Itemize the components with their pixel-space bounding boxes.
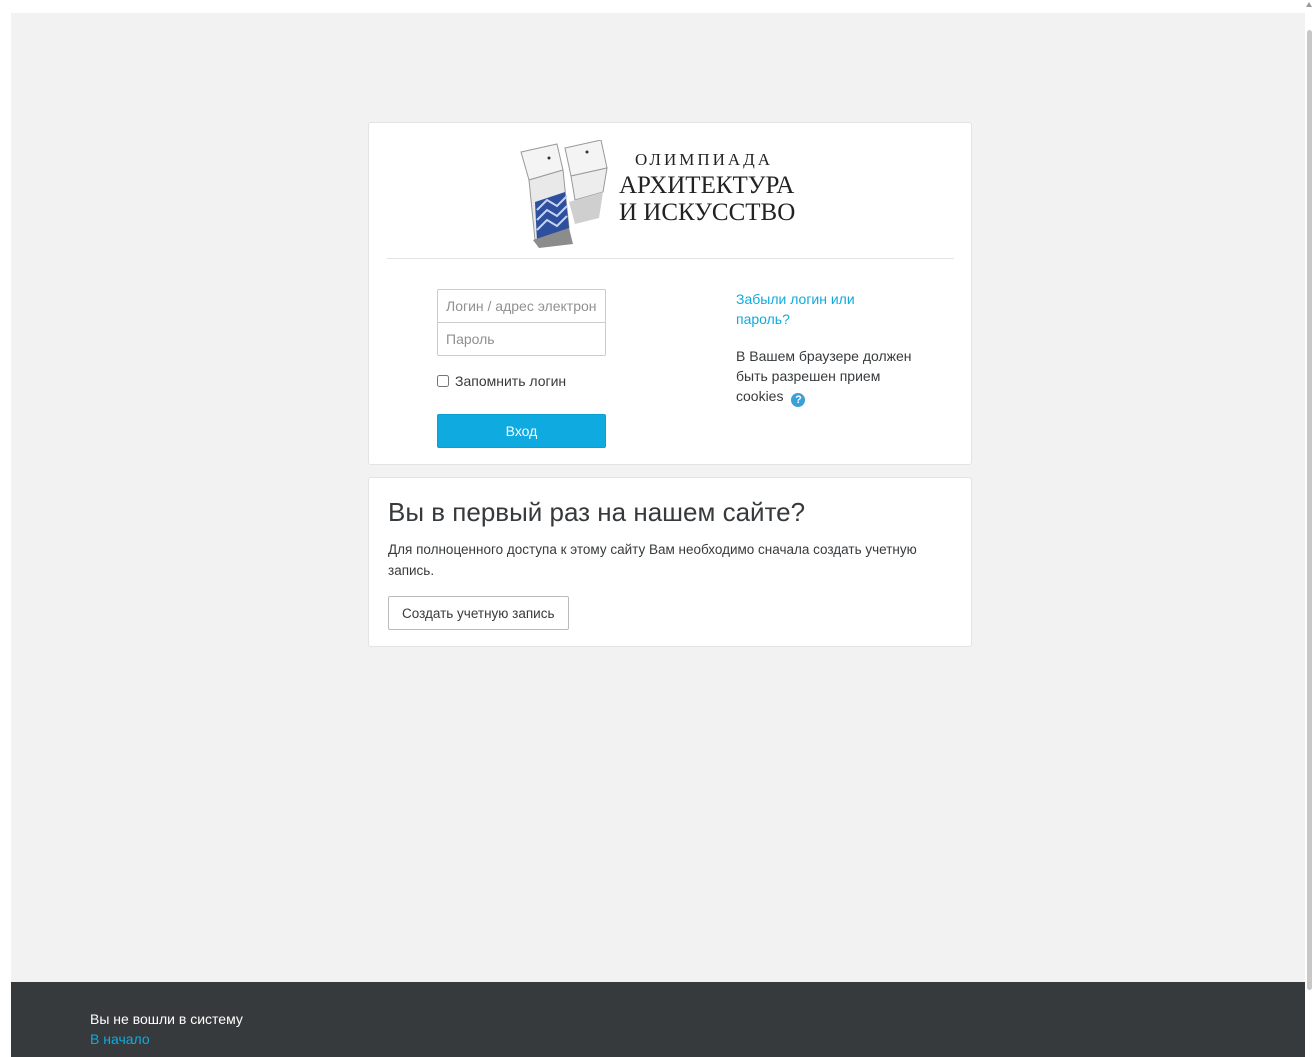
page-background: ОЛИМПИАДА АРХИТЕКТУРА И ИСКУССТВО Запомн… bbox=[11, 13, 1305, 1057]
logo-line-3: И ИСКУССТВО bbox=[619, 199, 796, 226]
username-input[interactable] bbox=[437, 289, 606, 323]
home-link[interactable]: В начало bbox=[90, 1031, 150, 1047]
signup-card: Вы в первый раз на нашем сайте? Для полн… bbox=[368, 477, 972, 647]
remember-username[interactable]: Запомнить логин bbox=[437, 373, 566, 389]
forgot-password-link[interactable]: Забыли логин или пароль? bbox=[736, 289, 896, 329]
cookies-notice-text: В Вашем браузере должен быть разрешен пр… bbox=[736, 348, 912, 404]
page-footer: Вы не вошли в систему В начало bbox=[11, 982, 1305, 1057]
logo-cube-graphic bbox=[520, 140, 608, 248]
signup-title: Вы в первый раз на нашем сайте? bbox=[388, 497, 806, 527]
login-button[interactable]: Вход bbox=[437, 414, 606, 448]
scrollbar-thumb[interactable] bbox=[1307, 30, 1312, 990]
site-logo: ОЛИМПИАДА АРХИТЕКТУРА И ИСКУССТВО bbox=[519, 140, 821, 248]
password-input[interactable] bbox=[437, 322, 606, 356]
remember-checkbox[interactable] bbox=[437, 375, 449, 387]
signup-description: Для полноценного доступа к этому сайту В… bbox=[388, 542, 917, 578]
scroll-up-arrow-icon[interactable] bbox=[1306, 2, 1312, 7]
login-card: ОЛИМПИАДА АРХИТЕКТУРА И ИСКУССТВО Запомн… bbox=[368, 122, 972, 465]
logo-line-1: ОЛИМПИАДА bbox=[635, 150, 774, 169]
help-icon[interactable]: ? bbox=[791, 393, 806, 407]
login-status: Вы не вошли в систему bbox=[90, 1011, 243, 1027]
logo-text: ОЛИМПИАДА АРХИТЕКТУРА И ИСКУССТВО bbox=[619, 148, 829, 226]
card-divider bbox=[387, 258, 954, 259]
cookies-notice: В Вашем браузере должен быть разрешен пр… bbox=[736, 346, 916, 407]
vertical-scrollbar[interactable] bbox=[1305, 0, 1314, 1057]
create-account-button[interactable]: Создать учетную запись bbox=[388, 596, 569, 630]
logo-line-2: АРХИТЕКТУРА bbox=[619, 172, 795, 199]
remember-label: Запомнить логин bbox=[455, 373, 567, 389]
